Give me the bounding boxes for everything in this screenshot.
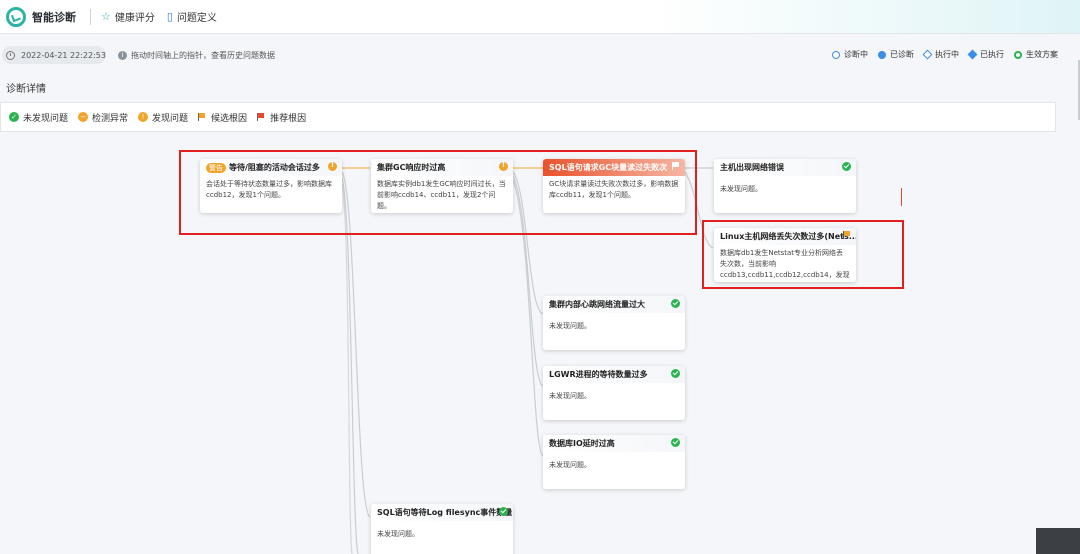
node-title: SQL语句等待Log filesync事件数量... xyxy=(371,504,513,521)
node-gc-response[interactable]: 集群GC响应时过高 数据库实例db1发生GC响应时间过长，当前影响ccdb14、… xyxy=(371,159,513,213)
section-title: 诊断详情 xyxy=(6,84,46,95)
star-icon: ☆ xyxy=(101,10,111,23)
node-title: 数据库IO延时过高 xyxy=(543,435,685,452)
effective-plan-icon xyxy=(1014,50,1022,59)
status-no-problem: ✓ 未发现问题 xyxy=(9,111,68,124)
status-problem-found-label: 发现问题 xyxy=(152,113,189,124)
nav-health-score[interactable]: ☆ 健康评分 xyxy=(101,9,155,24)
node-body: 未发现问题。 xyxy=(549,461,591,469)
ok-icon xyxy=(842,162,851,171)
legend-executing-label: 执行中 xyxy=(935,50,959,59)
warning-tag: 警告 xyxy=(206,162,226,173)
link-n2-n8 xyxy=(512,179,544,457)
node-title: Linux主机网络丢失次数过多(Nets... xyxy=(714,228,856,245)
status-anomaly: − 检测异常 xyxy=(78,111,128,124)
node-lgwr-wait[interactable]: LGWR进程的等待数量过多 未发现问题。 xyxy=(543,366,685,420)
node-db-io-latency[interactable]: 数据库IO延时过高 未发现问题。 xyxy=(543,435,685,489)
app-logo[interactable]: 智能诊断 xyxy=(6,6,76,27)
timeline-hint-text: 拖动时间轴上的指针，查看历史问题数据 xyxy=(131,50,275,60)
nav-problem-definition-label: 问题定义 xyxy=(176,13,217,24)
node-title-text: 等待/阻塞的活动会话过多 xyxy=(229,163,320,172)
legend-executed: 已执行 xyxy=(967,49,1004,60)
status-legend: ✓ 未发现问题 − 检测异常 ! 发现问题 候选根因 推荐根因 xyxy=(0,102,1056,132)
warning-icon xyxy=(328,161,337,171)
process-legend: 诊断中 已诊断 执行中 已执行 生效方案 xyxy=(822,49,1058,60)
executing-icon xyxy=(922,49,933,60)
ok-icon: ✓ xyxy=(9,112,19,122)
ok-icon xyxy=(671,438,680,447)
ok-icon xyxy=(671,369,680,378)
nav-problem-definition[interactable]: ▯ 问题定义 xyxy=(167,9,217,24)
node-title: 警告 等待/阻塞的活动会话过多 xyxy=(200,159,342,176)
app-title: 智能诊断 xyxy=(32,10,76,24)
status-candidate-root-label: 候选根因 xyxy=(211,113,248,124)
node-body: 未发现问题。 xyxy=(720,185,762,193)
node-title: 集群GC响应时过高 xyxy=(371,159,513,176)
status-no-problem-label: 未发现问题 xyxy=(23,113,69,124)
node-title: 主机出现网络错误 xyxy=(714,159,856,176)
timeline-toolbar: 2022-04-21 22:22:53 i 拖动时间轴上的指针，查看历史问题数据… xyxy=(0,44,1080,66)
tree-links xyxy=(341,167,714,554)
alert-icon: ! xyxy=(138,112,149,122)
logo-icon xyxy=(6,6,26,27)
status-candidate-root: 候选根因 xyxy=(198,111,247,124)
node-body: 会话处于等待状态数量过多，影响数据库ccdb12，发现1个问题。 xyxy=(206,180,332,199)
node-log-filesync[interactable]: SQL语句等待Log filesync事件数量... 未发现问题。 xyxy=(371,504,513,554)
legend-diagnosing: 诊断中 xyxy=(832,49,868,60)
warning-icon: − xyxy=(78,112,89,122)
red-flag-icon xyxy=(671,162,680,170)
diagnosis-tree[interactable]: 警告 等待/阻塞的活动会话过多 会话处于等待状态数量过多，影响数据库ccdb12… xyxy=(0,132,1080,554)
info-icon: i xyxy=(118,50,127,60)
node-body: 未发现问题。 xyxy=(549,392,591,400)
legend-diagnosed: 已诊断 xyxy=(878,49,914,60)
warning-icon xyxy=(499,161,508,171)
red-flag-icon xyxy=(257,113,265,121)
legend-executed-label: 已执行 xyxy=(980,50,1004,59)
node-body: 未发现问题。 xyxy=(377,530,419,538)
diagnosed-icon xyxy=(878,50,886,59)
legend-effective: 生效方案 xyxy=(1014,49,1058,60)
node-body: 数据库实例db1发生GC响应时间过长，当前影响ccdb14、ccdb11，发现2… xyxy=(377,180,506,210)
legend-diagnosed-label: 已诊断 xyxy=(890,50,914,59)
legend-diagnosing-label: 诊断中 xyxy=(844,50,868,59)
status-recommended-root: 推荐根因 xyxy=(257,111,306,124)
document-icon: ▯ xyxy=(166,10,173,23)
node-host-network-error[interactable]: 主机出现网络错误 未发现问题。 xyxy=(714,159,856,213)
ok-icon xyxy=(499,507,508,516)
yellow-flag-icon xyxy=(198,113,206,121)
time-pointer[interactable]: 2022-04-21 22:22:53 xyxy=(2,46,106,64)
node-linux-network-loss[interactable]: Linux主机网络丢失次数过多(Nets... 数据库db1发生Netstat专… xyxy=(714,228,856,282)
node-title: LGWR进程的等待数量过多 xyxy=(543,366,685,383)
link-n3-n5 xyxy=(684,171,714,249)
diagnosing-icon xyxy=(832,50,840,59)
timeline-hint: i 拖动时间轴上的指针，查看历史问题数据 xyxy=(118,50,275,61)
legend-effective-label: 生效方案 xyxy=(1026,50,1058,59)
node-cluster-heartbeat[interactable]: 集群内部心跳网络流量过大 未发现问题。 xyxy=(543,296,685,350)
nav-divider xyxy=(90,8,91,25)
node-sql-gc-block[interactable]: SQL语句请求GC块量读过失败次 GC块请求量读过失败次数过多，影响数据库ccd… xyxy=(543,159,685,213)
legend-executing: 执行中 xyxy=(922,49,959,60)
clock-icon xyxy=(6,50,15,60)
ok-icon xyxy=(671,299,680,308)
status-recommended-root-label: 推荐根因 xyxy=(270,113,307,124)
node-title: SQL语句请求GC块量读过失败次 xyxy=(543,159,685,176)
yellow-flag-icon xyxy=(842,231,851,239)
executed-icon xyxy=(967,49,978,60)
corner-panel xyxy=(1036,528,1080,554)
node-waiting-sessions[interactable]: 警告 等待/阻塞的活动会话过多 会话处于等待状态数量过多，影响数据库ccdb12… xyxy=(200,159,342,213)
top-bar: 智能诊断 ☆ 健康评分 ▯ 问题定义 xyxy=(0,0,1080,34)
node-body: GC块请求量读过失败次数过多，影响数据库ccdb11，发现1个问题。 xyxy=(549,180,679,199)
link-n2-n7 xyxy=(512,175,544,387)
status-anomaly-label: 检测异常 xyxy=(92,113,129,124)
status-problem-found: ! 发现问题 xyxy=(138,111,188,124)
root-marker xyxy=(901,188,902,206)
timestamp-text: 2022-04-21 22:22:53 xyxy=(21,50,106,60)
node-title: 集群内部心跳网络流量过大 xyxy=(543,296,685,313)
node-body: 数据库db1发生Netstat专业分析网络丢失次数，当前影响ccdb13,ccd… xyxy=(720,249,850,279)
nav-health-score-label: 健康评分 xyxy=(114,13,155,24)
node-body: 未发现问题。 xyxy=(549,322,591,330)
